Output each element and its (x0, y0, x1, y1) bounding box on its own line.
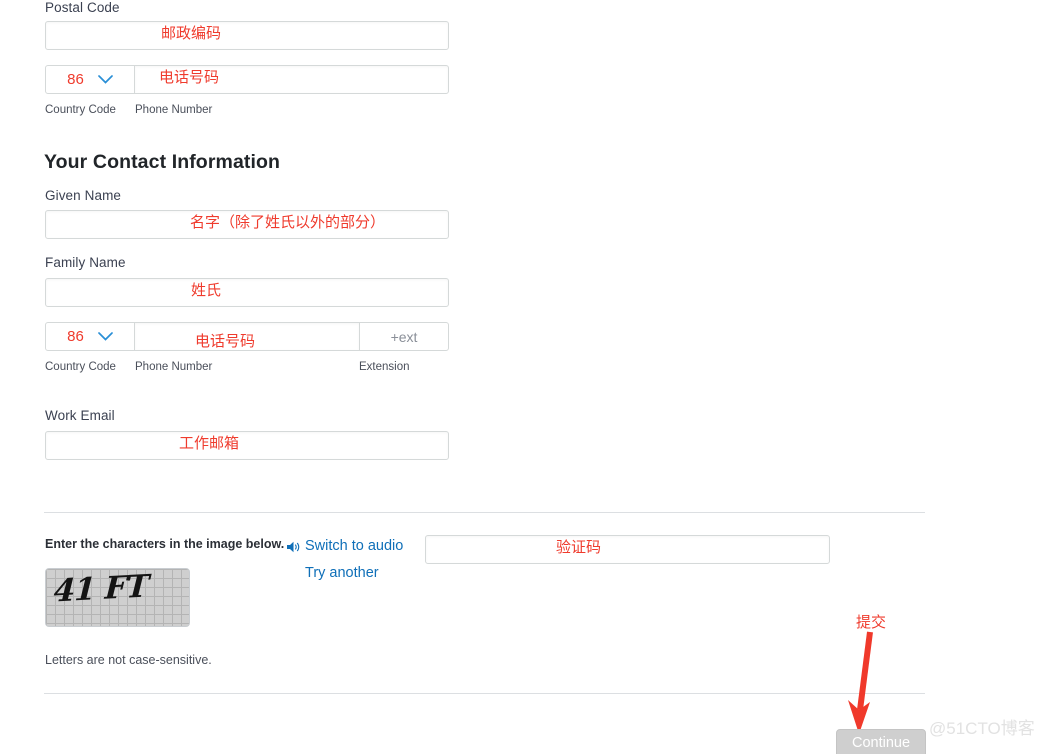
postal-code-input[interactable] (45, 21, 449, 50)
work-email-input[interactable] (45, 431, 449, 460)
country-code-sublabel-contact: Country Code (45, 361, 116, 373)
continue-button[interactable]: Continue (836, 729, 926, 754)
phone-number-input-top[interactable] (134, 65, 449, 94)
section-heading: Your Contact Information (44, 151, 281, 173)
captcha-image-text: 41 FT (52, 568, 150, 610)
country-code-select-contact[interactable]: 86 (45, 322, 135, 351)
phone-number-input-contact[interactable] (134, 322, 360, 351)
extension-sublabel: Extension (359, 361, 410, 373)
divider-top (44, 512, 925, 513)
captcha-input[interactable] (425, 535, 830, 564)
phone-number-sublabel-contact: Phone Number (135, 361, 213, 373)
captcha-image: 41 FT (45, 568, 190, 627)
country-code-value-contact: 86 (67, 328, 84, 345)
captcha-instruction: Enter the characters in the image below. (45, 537, 285, 551)
country-code-select-top[interactable]: 86 (45, 65, 135, 94)
try-another-link[interactable]: Try another (305, 565, 379, 582)
given-name-input[interactable] (45, 210, 449, 239)
speaker-icon (286, 540, 300, 554)
given-name-label: Given Name (45, 188, 122, 203)
family-name-input[interactable] (45, 278, 449, 307)
divider-bottom (44, 693, 925, 694)
switch-to-audio-link[interactable]: Switch to audio (305, 538, 403, 555)
phone-number-sublabel-top: Phone Number (135, 104, 213, 116)
signup-form-page: Postal Code 邮政编码 86 电话号码 Country Code Ph… (0, 0, 1039, 754)
chevron-down-icon (97, 328, 113, 346)
annotation-arrow-icon (838, 630, 896, 740)
postal-code-label: Postal Code (45, 0, 120, 15)
country-code-sublabel-top: Country Code (45, 104, 116, 116)
work-email-label: Work Email (45, 408, 115, 423)
chevron-down-icon (97, 71, 113, 89)
watermark: @51CTO博客 (929, 719, 1035, 738)
family-name-label: Family Name (45, 255, 126, 270)
captcha-note: Letters are not case-sensitive. (45, 653, 212, 667)
submit-annotation: 提交 (856, 614, 887, 631)
country-code-value-top: 86 (67, 71, 84, 88)
extension-input[interactable]: +ext (359, 322, 449, 351)
